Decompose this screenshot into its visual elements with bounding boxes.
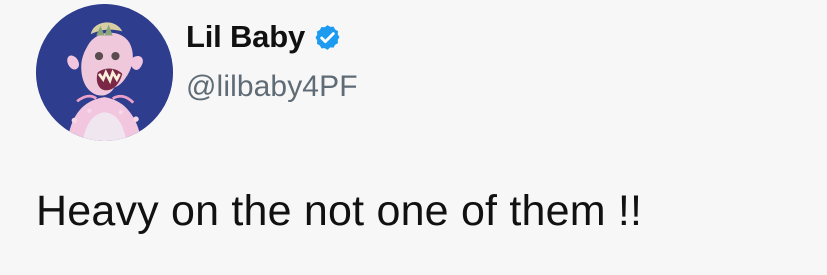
verified-badge-icon	[313, 23, 342, 52]
avatar[interactable]	[36, 4, 173, 141]
username-handle[interactable]: @lilbaby4PF	[186, 70, 358, 104]
tweet-card: Lil Baby @lilbaby4PF Heavy on the not on…	[0, 0, 827, 275]
author-name-row[interactable]: Lil Baby	[186, 19, 342, 55]
display-name[interactable]: Lil Baby	[186, 19, 305, 55]
pink-ape-avatar-icon	[36, 4, 173, 141]
tweet-text: Heavy on the not one of them !!	[36, 187, 643, 235]
